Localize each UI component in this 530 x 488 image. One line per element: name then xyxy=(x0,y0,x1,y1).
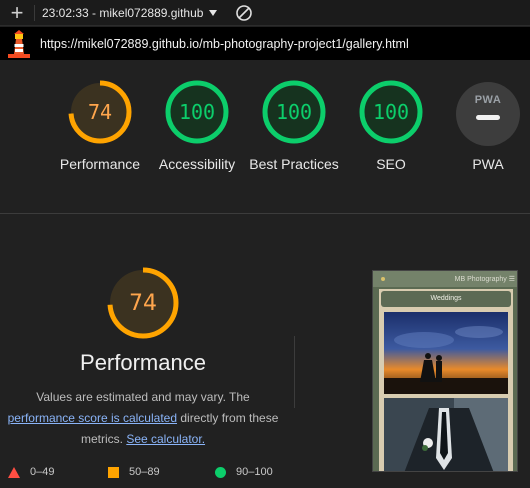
orange-square-icon xyxy=(108,466,119,478)
seo-gauge[interactable]: 100 xyxy=(359,80,423,144)
toolbar-separator xyxy=(34,4,35,21)
browser-toolbar: + 23:02:33 - mikel072889.github xyxy=(0,0,530,26)
sunset-couple-photo xyxy=(384,312,508,394)
performance-description: Values are estimated and may vary. The p… xyxy=(0,387,286,450)
pwa-badge[interactable]: PWA xyxy=(456,82,520,146)
legend-pass: 90–100 xyxy=(215,464,273,480)
seo-score: 100 xyxy=(372,100,410,124)
phone-logo-icon xyxy=(381,277,385,281)
tab-title[interactable]: 23:02:33 - mikel072889.github xyxy=(42,6,203,20)
accessibility-label: Accessibility xyxy=(158,156,236,172)
green-circle-icon xyxy=(215,466,226,478)
pwa-badge-text: PWA xyxy=(474,94,502,106)
performance-label: Performance xyxy=(59,156,141,172)
accessibility-score: 100 xyxy=(178,100,216,124)
phone-gallery-heading: Weddings xyxy=(381,291,511,307)
performance-detail-gauge: 74 xyxy=(107,267,179,339)
seo-label: SEO xyxy=(376,156,406,172)
pwa-dash-icon xyxy=(476,115,500,120)
phone-navbar: MB Photography ☰ xyxy=(373,271,517,287)
desc-line-1: Values are estimated and may vary. The xyxy=(36,390,250,404)
block-icon[interactable] xyxy=(235,4,253,22)
performance-heading: Performance xyxy=(80,350,206,375)
groom-suit-photo xyxy=(384,398,508,471)
legend-average: 50–89 xyxy=(108,464,160,480)
best-practices-gauge[interactable]: 100 xyxy=(262,80,326,144)
legend-fail: 0–49 xyxy=(8,464,54,480)
desc-middle: directly from these xyxy=(177,411,279,425)
page-screenshot-thumbnail[interactable]: MB Photography ☰ Weddings xyxy=(372,270,518,472)
chevron-down-icon[interactable] xyxy=(209,9,218,16)
vertical-divider xyxy=(294,336,295,408)
performance-score: 74 xyxy=(87,100,113,124)
red-triangle-icon xyxy=(8,466,20,478)
legend-pass-range: 90–100 xyxy=(236,466,273,478)
phone-brand: MB Photography ☰ xyxy=(454,276,515,283)
best-practices-label: Best Practices xyxy=(249,156,339,172)
score-calculated-link[interactable]: performance score is calculated xyxy=(8,411,177,425)
see-calculator-link[interactable]: See calculator. xyxy=(126,432,205,446)
url-bar: https://mikel072889.github.io/mb-photogr… xyxy=(0,27,530,60)
page-url[interactable]: https://mikel072889.github.io/mb-photogr… xyxy=(40,37,409,51)
accessibility-gauge[interactable]: 100 xyxy=(165,80,229,144)
pwa-label: PWA xyxy=(472,156,504,172)
new-tab-plus-icon[interactable]: + xyxy=(0,0,34,26)
legend-average-range: 50–89 xyxy=(129,466,160,478)
performance-detail-score: 74 xyxy=(129,290,157,316)
legend-fail-range: 0–49 xyxy=(30,466,55,478)
lighthouse-logo-icon xyxy=(8,29,30,58)
section-divider xyxy=(0,213,530,214)
performance-gauge[interactable]: 74 xyxy=(68,80,132,144)
phone-content: Weddings xyxy=(379,289,513,471)
best-practices-score: 100 xyxy=(275,100,313,124)
desc-line-3: metrics. xyxy=(80,432,127,446)
